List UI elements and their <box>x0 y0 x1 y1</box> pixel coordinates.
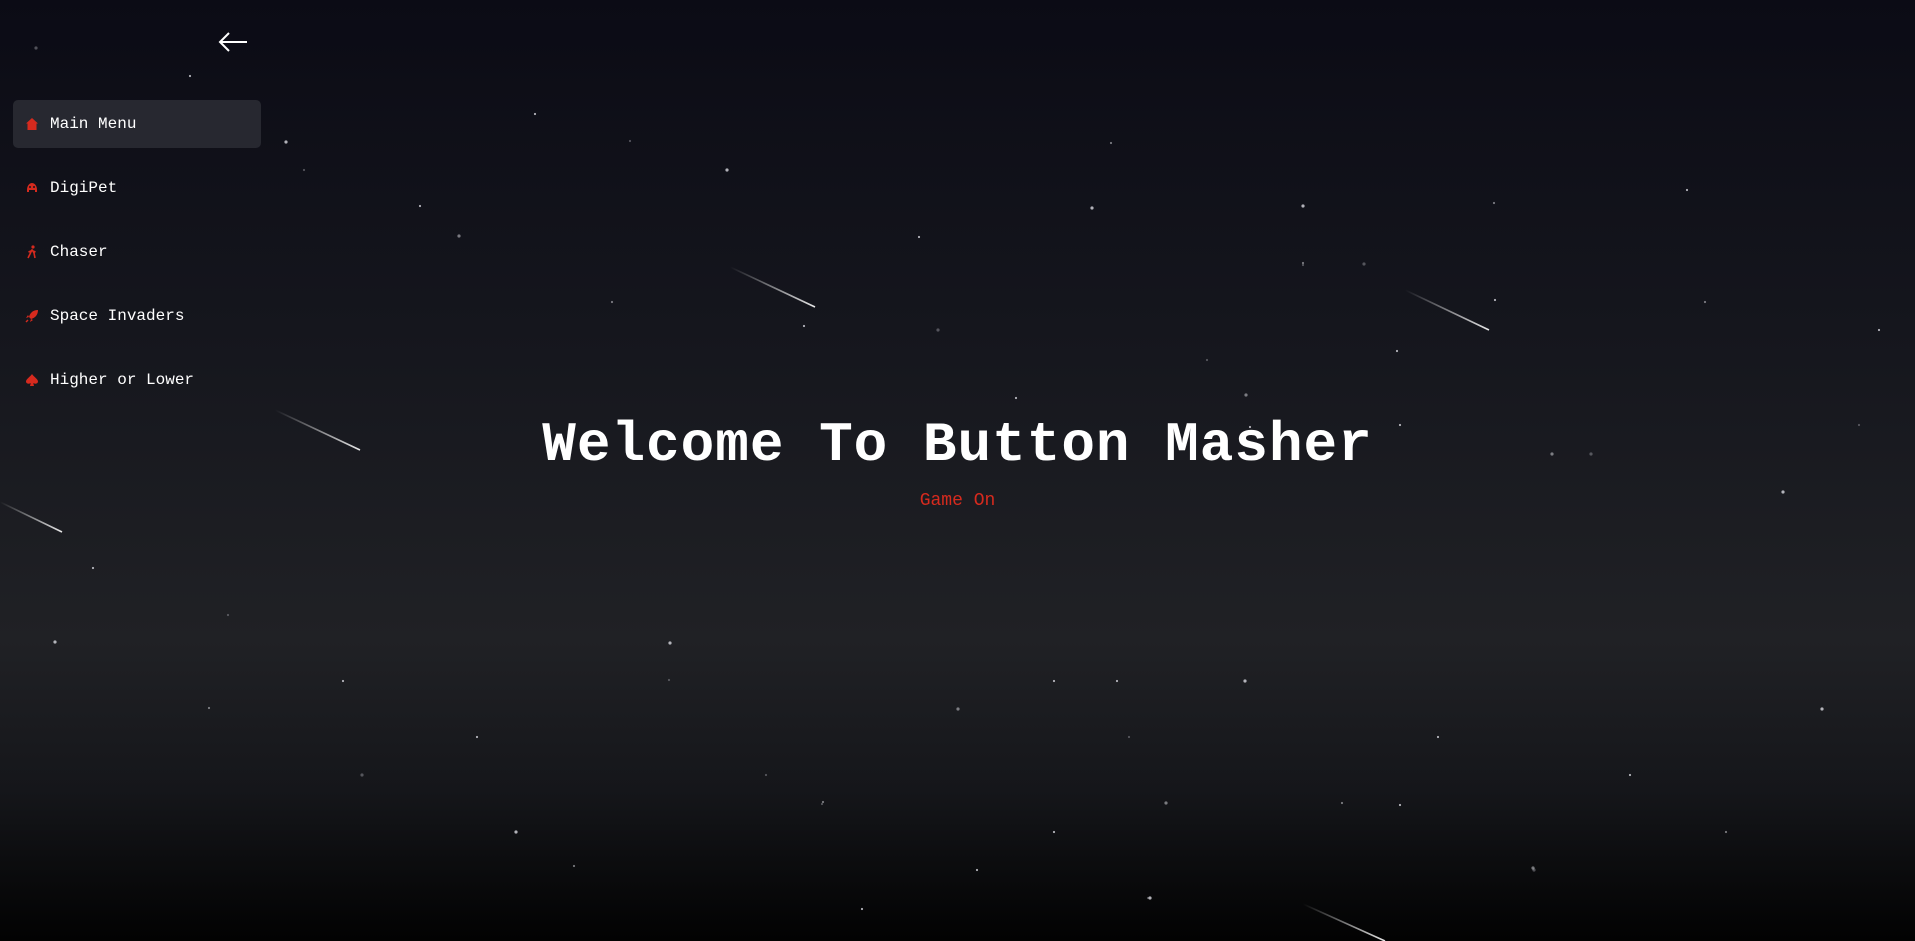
star <box>1205 358 1209 362</box>
star <box>1052 830 1056 834</box>
sidebar-item-higher-or-lower[interactable]: Higher or Lower <box>13 356 261 404</box>
shooting-star <box>729 266 816 308</box>
arrow-left-icon <box>218 32 247 52</box>
star <box>207 706 211 710</box>
star <box>1148 896 1152 900</box>
sidebar-item-label: Space Invaders <box>50 307 185 325</box>
welcome-section: Welcome To Button Masher Game On <box>0 405 1915 511</box>
star <box>341 679 345 683</box>
star <box>1244 393 1248 397</box>
star <box>1877 328 1881 332</box>
star <box>1115 679 1119 683</box>
running-person-icon <box>25 245 39 259</box>
star <box>1685 188 1689 192</box>
star <box>1820 707 1824 711</box>
sidebar-item-label: Chaser <box>50 243 108 261</box>
sidebar-nav: Main Menu DigiPet Chaser Space Invaders … <box>13 100 261 420</box>
star <box>91 566 95 570</box>
star <box>1493 298 1497 302</box>
star <box>1340 801 1344 805</box>
shooting-star <box>1404 289 1490 331</box>
star <box>610 300 614 304</box>
star <box>360 773 364 777</box>
star <box>1398 803 1402 807</box>
star <box>1703 300 1707 304</box>
star <box>1492 201 1496 205</box>
sidebar-item-label: Higher or Lower <box>50 371 195 389</box>
star <box>1127 735 1131 739</box>
star <box>34 46 38 50</box>
rocket-icon <box>25 309 39 323</box>
star <box>1109 141 1113 145</box>
shooting-star <box>1302 903 1386 941</box>
star <box>284 140 288 144</box>
star <box>1243 679 1247 683</box>
star <box>53 640 57 644</box>
star <box>533 112 537 116</box>
star <box>917 235 921 239</box>
star <box>956 707 960 711</box>
star <box>1436 735 1440 739</box>
star <box>1362 262 1366 266</box>
page-subtitle: Game On <box>919 491 996 511</box>
star <box>572 864 576 868</box>
star <box>457 234 461 238</box>
star <box>1301 261 1305 265</box>
star <box>1395 349 1399 353</box>
star <box>1301 204 1305 208</box>
back-button[interactable] <box>216 28 250 56</box>
home-icon <box>25 117 39 131</box>
page-title: Welcome To Button Masher <box>542 413 1373 477</box>
star <box>1014 396 1018 400</box>
star <box>1164 801 1168 805</box>
star <box>860 907 864 911</box>
star <box>820 802 824 806</box>
star <box>188 74 192 78</box>
star <box>668 641 672 645</box>
star <box>936 328 940 332</box>
star <box>1532 868 1536 872</box>
star <box>667 678 671 682</box>
star <box>1301 263 1305 267</box>
star <box>1052 679 1056 683</box>
star <box>725 168 729 172</box>
spade-icon <box>25 373 39 387</box>
star <box>475 735 479 739</box>
sidebar-item-digipet[interactable]: DigiPet <box>13 164 261 212</box>
sidebar-item-chaser[interactable]: Chaser <box>13 228 261 276</box>
star <box>418 204 422 208</box>
star <box>1531 866 1535 870</box>
sidebar-item-label: DigiPet <box>50 179 118 197</box>
pet-icon <box>25 181 39 195</box>
star <box>302 168 306 172</box>
star <box>1146 896 1150 900</box>
sidebar-item-space-invaders[interactable]: Space Invaders <box>13 292 261 340</box>
sidebar-item-main-menu[interactable]: Main Menu <box>13 100 261 148</box>
star <box>514 830 518 834</box>
sidebar-item-label: Main Menu <box>50 115 137 133</box>
star <box>821 800 825 804</box>
star <box>628 139 632 143</box>
star <box>802 324 806 328</box>
star <box>975 868 979 872</box>
star <box>764 773 768 777</box>
star <box>1090 206 1094 210</box>
star <box>226 613 230 617</box>
star <box>1724 830 1728 834</box>
star <box>1628 773 1632 777</box>
